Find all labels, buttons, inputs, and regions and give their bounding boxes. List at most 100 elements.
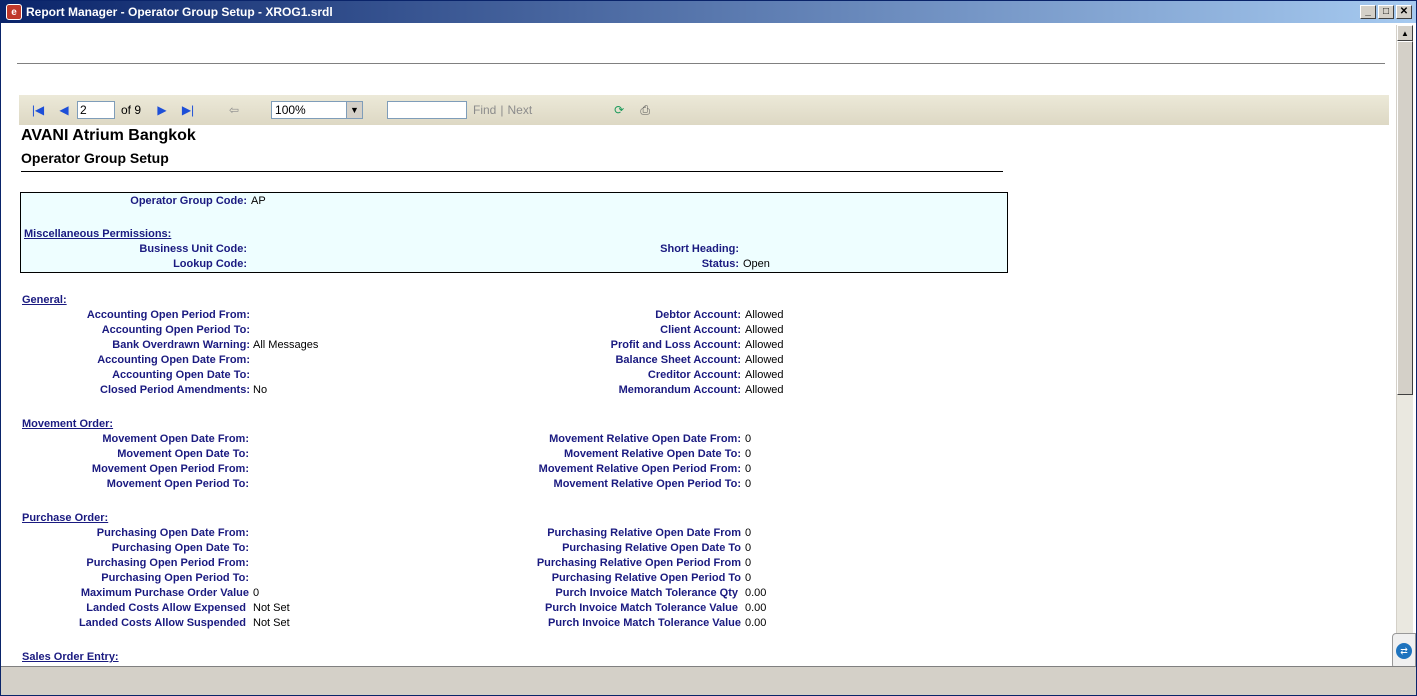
purchase-left-value: 0 bbox=[253, 587, 260, 599]
general-left-label: Accounting Open Period To: bbox=[101, 324, 250, 336]
movement-right-label: Movement Relative Open Period From: bbox=[538, 463, 741, 475]
lookup-code-label: Lookup Code: bbox=[173, 258, 247, 270]
title-bar[interactable]: e Report Manager - Operator Group Setup … bbox=[1, 1, 1416, 23]
status-value: Open bbox=[743, 258, 770, 270]
purchase-left-value: Not Set bbox=[253, 617, 290, 629]
movement-right-label: Movement Relative Open Date From: bbox=[549, 433, 741, 445]
status-bar bbox=[1, 666, 1416, 695]
movement-left-label: Movement Open Date To: bbox=[117, 448, 249, 460]
find-separator: | bbox=[500, 103, 504, 117]
purchase-left-label: Landed Costs Allow Suspended bbox=[78, 617, 246, 629]
purchase-left-label: Purchasing Open Period From: bbox=[86, 557, 249, 569]
movement-right-value: 0 bbox=[745, 478, 752, 490]
purchase-left-label: Landed Costs Allow Expensed bbox=[86, 602, 246, 614]
movement-right-value: 0 bbox=[745, 463, 752, 475]
remote-support-icon: ⇄ bbox=[1396, 643, 1412, 659]
report-viewer: |◀ ◀ of 9 ▶ ▶| ⇦ 100% ▼ Find | Next ⟳ ⎙ … bbox=[5, 25, 1397, 665]
general-right-value: Allowed bbox=[745, 369, 784, 381]
next-page-icon[interactable]: ▶ bbox=[155, 103, 169, 117]
remote-support-widget[interactable]: ⇄ bbox=[1392, 633, 1416, 669]
status-label: Status: bbox=[701, 258, 739, 270]
general-left-value: All Messages bbox=[253, 339, 319, 351]
zoom-value: 100% bbox=[275, 103, 306, 117]
close-button[interactable]: ✕ bbox=[1396, 5, 1412, 19]
misc-permissions-heading: Miscellaneous Permissions: bbox=[24, 228, 172, 240]
find-link[interactable]: Find bbox=[473, 103, 496, 117]
movement-heading: Movement Order: bbox=[22, 418, 114, 430]
purchase-right-label: Purchasing Relative Open Period From bbox=[536, 557, 741, 569]
general-left-label: Closed Period Amendments: bbox=[100, 384, 250, 396]
hotel-name: AVANI Atrium Bangkok bbox=[21, 127, 196, 144]
general-right-value: Allowed bbox=[745, 339, 784, 351]
scroll-up-icon[interactable]: ▲ bbox=[1397, 25, 1413, 41]
last-page-icon[interactable]: ▶| bbox=[181, 103, 195, 117]
purchase-right-value: 0.00 bbox=[745, 587, 767, 599]
general-left-value: No bbox=[253, 384, 268, 396]
general-right-value: Allowed bbox=[745, 354, 784, 366]
scrollbar-thumb[interactable] bbox=[1397, 41, 1413, 395]
first-page-icon[interactable]: |◀ bbox=[31, 103, 45, 117]
purchase-right-value: 0.00 bbox=[745, 602, 767, 614]
general-right-label: Creditor Account: bbox=[647, 369, 741, 381]
find-input[interactable] bbox=[387, 101, 468, 119]
header-divider bbox=[17, 63, 1385, 64]
page-number-input[interactable] bbox=[77, 101, 115, 119]
movement-right-label: Movement Relative Open Date To: bbox=[563, 448, 741, 460]
general-right-label: Debtor Account: bbox=[655, 309, 741, 321]
previous-page-icon[interactable]: ◀ bbox=[57, 103, 71, 117]
header-box: Operator Group Code: AP Miscellaneous Pe… bbox=[20, 192, 1008, 273]
general-left-label: Accounting Open Date From: bbox=[97, 354, 250, 366]
chevron-down-icon[interactable]: ▼ bbox=[346, 102, 363, 118]
general-right-label: Memorandum Account: bbox=[618, 384, 741, 396]
movement-left-label: Movement Open Date From: bbox=[102, 433, 249, 445]
general-right-label: Balance Sheet Account: bbox=[615, 354, 741, 366]
zoom-select[interactable]: 100% ▼ bbox=[271, 101, 364, 119]
purchase-right-label: Purchasing Relative Open Period To bbox=[551, 572, 741, 584]
title-divider bbox=[21, 171, 1003, 172]
group-code-value: AP bbox=[251, 195, 266, 207]
movement-right-label: Movement Relative Open Period To: bbox=[553, 478, 741, 490]
report-manager-window: e Report Manager - Operator Group Setup … bbox=[0, 0, 1417, 696]
purchase-right-value: 0.00 bbox=[745, 617, 767, 629]
purchase-left-label: Purchasing Open Period To: bbox=[101, 572, 249, 584]
movement-left-label: Movement Open Period From: bbox=[91, 463, 249, 475]
purchase-right-value: 0 bbox=[745, 527, 752, 539]
purchase-left-label: Purchasing Open Date To: bbox=[111, 542, 249, 554]
group-code-label: Operator Group Code: bbox=[130, 195, 247, 207]
back-icon[interactable]: ⇦ bbox=[227, 103, 241, 117]
movement-right-value: 0 bbox=[745, 433, 752, 445]
general-heading: General: bbox=[22, 294, 67, 306]
page-total: of 9 bbox=[121, 103, 142, 117]
movement-right-value: 0 bbox=[745, 448, 752, 460]
find-next-link[interactable]: Next bbox=[507, 103, 532, 117]
purchase-right-value: 0 bbox=[745, 557, 752, 569]
purchase-heading: Purchase Order: bbox=[22, 512, 109, 524]
general-right-label: Profit and Loss Account: bbox=[610, 339, 741, 351]
print-icon[interactable]: ⎙ bbox=[638, 103, 652, 117]
vertical-scrollbar[interactable]: ▲ ▼ bbox=[1396, 25, 1413, 691]
short-heading-label: Short Heading: bbox=[660, 243, 739, 255]
window-title: Report Manager - Operator Group Setup - … bbox=[26, 5, 333, 19]
minimize-button[interactable]: _ bbox=[1360, 5, 1376, 19]
purchase-right-label: Purch Invoice Match Tolerance Value bbox=[548, 617, 741, 629]
general-right-value: Allowed bbox=[745, 384, 784, 396]
general-left-label: Accounting Open Date To: bbox=[112, 369, 250, 381]
general-left-label: Bank Overdrawn Warning: bbox=[112, 339, 250, 351]
purchase-right-value: 0 bbox=[745, 572, 752, 584]
general-right-label: Client Account: bbox=[660, 324, 741, 336]
purchase-right-label: Purchasing Relative Open Date From bbox=[547, 527, 741, 539]
sales-heading: Sales Order Entry: bbox=[22, 651, 119, 663]
maximize-button[interactable]: □ bbox=[1378, 5, 1394, 19]
general-right-value: Allowed bbox=[745, 309, 784, 321]
purchase-left-label: Purchasing Open Date From: bbox=[96, 527, 249, 539]
movement-left-label: Movement Open Period To: bbox=[106, 478, 249, 490]
general-left-label: Accounting Open Period From: bbox=[86, 309, 250, 321]
purchase-right-label: Purchasing Relative Open Date To bbox=[562, 542, 741, 554]
purchase-left-value: Not Set bbox=[253, 602, 290, 614]
report-toolbar: |◀ ◀ of 9 ▶ ▶| ⇦ 100% ▼ Find | Next ⟳ ⎙ bbox=[19, 95, 1389, 125]
report-title: Operator Group Setup bbox=[21, 150, 169, 166]
refresh-icon[interactable]: ⟳ bbox=[612, 103, 626, 117]
purchase-right-label: Purch Invoice Match Tolerance Qty bbox=[555, 587, 738, 599]
app-icon: e bbox=[6, 4, 22, 20]
business-unit-label: Business Unit Code: bbox=[139, 243, 247, 255]
